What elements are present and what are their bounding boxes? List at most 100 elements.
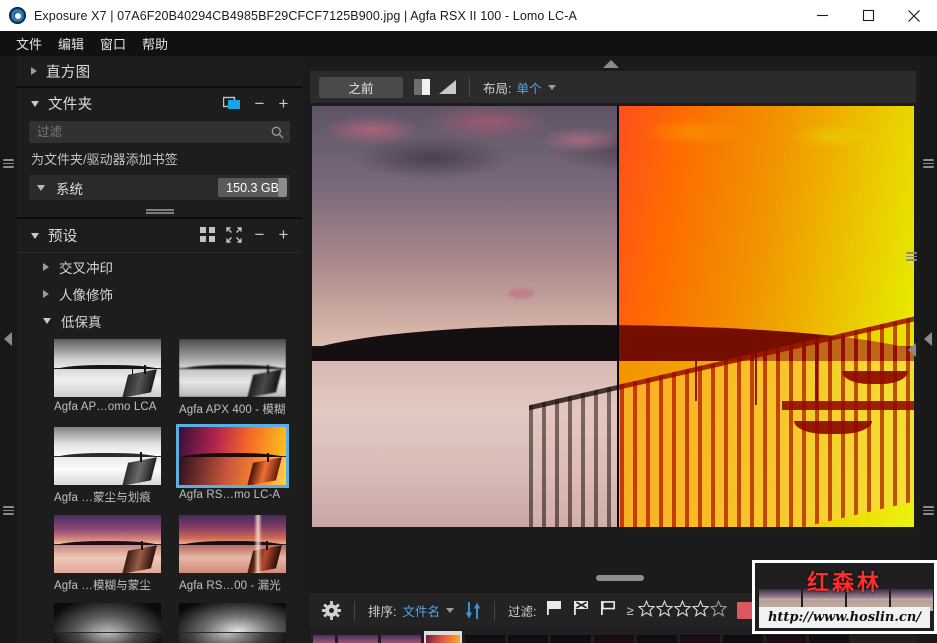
filmstrip-thumb[interactable] xyxy=(766,635,806,643)
thumb-art xyxy=(465,635,505,643)
menu-file[interactable]: 文件 xyxy=(8,32,50,55)
search-icon[interactable] xyxy=(271,126,284,139)
center-area: 之前 布局: 单个 xyxy=(302,56,920,643)
add-folder-button[interactable]: + xyxy=(277,95,290,112)
watermark-title: 红森林 xyxy=(755,565,934,597)
panel-splitter[interactable] xyxy=(17,206,302,219)
flag-picked-icon[interactable] xyxy=(546,600,563,621)
thumb-art xyxy=(508,635,548,643)
chevron-down-icon[interactable] xyxy=(446,608,454,613)
left-panel-grip-bottom[interactable] xyxy=(3,506,14,515)
menu-edit[interactable]: 编辑 xyxy=(50,32,92,55)
filmstrip-thumb[interactable] xyxy=(637,635,677,643)
preset-thumbnail xyxy=(54,427,161,485)
filmstrip-thumb[interactable] xyxy=(313,635,335,643)
filmstrip-thumb[interactable] xyxy=(723,635,763,643)
flag-unflagged-icon[interactable] xyxy=(600,600,617,621)
preset-item[interactable]: Agfa …蒙尘与划痕 xyxy=(54,427,161,505)
folder-filter-input[interactable] xyxy=(37,125,271,139)
viewer-grip-handle-icon[interactable] xyxy=(906,252,917,261)
chevron-down-icon[interactable] xyxy=(548,85,556,90)
sort-value[interactable]: 文件名 xyxy=(402,601,440,620)
remove-preset-button[interactable]: − xyxy=(253,226,266,243)
star-outline-icon[interactable] xyxy=(638,600,655,622)
viewer-horizontal-scrollbar[interactable] xyxy=(596,575,644,581)
filmstrip-thumb[interactable] xyxy=(809,635,849,643)
preset-group-portrait[interactable]: 人像修饰 xyxy=(17,280,302,307)
section-folders[interactable]: 文件夹 − + xyxy=(17,88,302,119)
add-folder-icon[interactable] xyxy=(223,96,242,111)
menu-help[interactable]: 帮助 xyxy=(134,32,176,55)
folders-body: 为文件夹/驱动器添加书签 系统 150.3 GB xyxy=(17,121,302,200)
collapse-all-icon[interactable] xyxy=(226,227,242,243)
viewer-toolbar: 之前 布局: 单个 xyxy=(310,71,916,103)
preset-item[interactable]: Agfa RS…00 - 漏光 xyxy=(179,515,286,593)
close-button[interactable] xyxy=(891,0,937,31)
right-panel-grip-top[interactable] xyxy=(923,159,934,168)
preset-thumbnail xyxy=(54,339,161,397)
filmstrip-thumb[interactable] xyxy=(551,635,591,643)
preset-thumbnail xyxy=(179,427,286,485)
preset-thumbnail xyxy=(179,603,286,643)
star-outline-icon[interactable] xyxy=(674,600,691,622)
scroll-up-triangle-icon[interactable] xyxy=(603,60,619,68)
gear-icon[interactable] xyxy=(322,601,341,620)
add-preset-button[interactable]: + xyxy=(277,226,290,243)
filmstrip-thumb[interactable] xyxy=(508,635,548,643)
thumb-art xyxy=(809,635,849,643)
chevron-down-icon[interactable] xyxy=(37,185,45,191)
folder-filter-box[interactable] xyxy=(29,121,290,143)
thumb-art xyxy=(680,635,720,643)
preset-group-lo-fi[interactable]: 低保真 xyxy=(17,307,302,334)
preset-label: Agfa AP…omo LCA xyxy=(54,401,161,413)
menu-window[interactable]: 窗口 xyxy=(92,32,134,55)
divider xyxy=(469,78,470,97)
filmstrip-thumb[interactable] xyxy=(680,635,720,643)
star-outline-icon[interactable] xyxy=(692,600,709,622)
preset-item[interactable]: Agfa APX 400 - 模糊 xyxy=(179,339,286,417)
preset-item[interactable]: Agfa …模糊与蒙尘 xyxy=(54,515,161,593)
section-presets[interactable]: 预设 − + xyxy=(17,219,302,252)
maximize-button[interactable] xyxy=(845,0,891,31)
preset-scene-art xyxy=(54,427,161,485)
layout-value[interactable]: 单个 xyxy=(516,78,541,97)
star-outline-icon[interactable] xyxy=(710,600,727,622)
preset-scene-art xyxy=(179,339,286,397)
preset-item[interactable] xyxy=(54,603,161,643)
thumb-art xyxy=(551,635,591,643)
flag-rejected-icon[interactable] xyxy=(573,600,590,621)
preset-item[interactable] xyxy=(179,603,286,643)
minimize-button[interactable] xyxy=(799,0,845,31)
before-toggle-button[interactable]: 之前 xyxy=(319,77,403,98)
filmstrip-thumb[interactable] xyxy=(594,635,634,643)
preset-item[interactable]: Agfa AP…omo LCA xyxy=(54,339,161,417)
gradient-wedge-icon[interactable] xyxy=(439,80,456,94)
filmstrip-thumb[interactable] xyxy=(381,635,421,643)
viewer-collapse-right-button[interactable] xyxy=(907,342,918,358)
layout-label: 布局: xyxy=(483,78,511,97)
rating-filter[interactable]: ≥ xyxy=(626,600,726,622)
collapse-right-panel-button[interactable] xyxy=(923,331,934,347)
filmstrip-thumb-selected[interactable]: ◢ xyxy=(424,631,462,643)
collapse-left-panel-button[interactable] xyxy=(3,331,14,347)
sort-direction-icon[interactable] xyxy=(465,602,481,619)
image-viewer[interactable] xyxy=(310,104,916,587)
split-view-icon[interactable] xyxy=(414,79,430,95)
preset-label: Agfa RS…00 - 漏光 xyxy=(179,577,286,593)
preset-grid: Agfa AP…omo LCA Agfa APX 400 - 模糊 xyxy=(17,334,302,643)
remove-folder-button[interactable]: − xyxy=(253,95,266,112)
preset-group-label: 人像修饰 xyxy=(59,284,113,304)
drive-row-system[interactable]: 系统 150.3 GB xyxy=(29,175,290,200)
thumb-art xyxy=(313,635,335,643)
star-outline-icon[interactable] xyxy=(656,600,673,622)
left-panel-grip-top[interactable] xyxy=(3,159,14,168)
filmstrip-thumb[interactable] xyxy=(465,635,505,643)
preset-group-cross-process[interactable]: 交叉冲印 xyxy=(17,253,302,280)
window-controls xyxy=(799,0,937,31)
rating-operator: ≥ xyxy=(626,603,633,618)
preset-item-selected[interactable]: Agfa RS…mo LC-A xyxy=(179,427,286,505)
filmstrip-thumb[interactable] xyxy=(338,635,378,643)
grid-view-icon[interactable] xyxy=(200,227,215,242)
right-panel-grip-bottom[interactable] xyxy=(923,506,934,515)
section-histogram[interactable]: 直方图 xyxy=(17,56,302,86)
